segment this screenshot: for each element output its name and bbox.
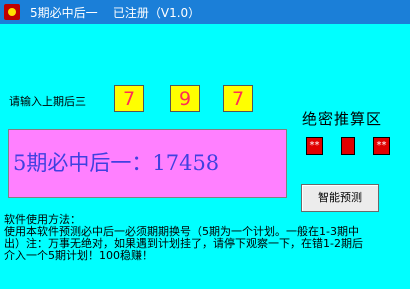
input-label: 请输入上期后三 bbox=[9, 95, 86, 108]
secret-box-3: ** bbox=[373, 137, 390, 155]
secret-area-title: 绝密推算区 bbox=[302, 110, 383, 128]
title-bar[interactable]: 5期必中后一 已注册（V1.0） bbox=[0, 0, 410, 24]
prediction-result: 5期必中后一：17458 bbox=[8, 129, 287, 198]
instructions-text: 软件使用方法： 使用本软件预测必中后一必须期期换号（5期为一个计划。一般在1-3… bbox=[4, 214, 408, 262]
window-title: 5期必中后一 已注册（V1.0） bbox=[30, 6, 201, 20]
app-icon bbox=[4, 4, 20, 20]
smart-predict-button[interactable]: 智能预测 bbox=[301, 184, 379, 212]
secret-box-2 bbox=[341, 137, 355, 155]
digit-input-1[interactable]: 7 bbox=[114, 85, 144, 112]
digit-input-2[interactable]: 9 bbox=[170, 85, 200, 112]
instructions-line-3: 介入一个5期计划！100稳赚！ bbox=[4, 249, 153, 262]
secret-box-1: ** bbox=[306, 137, 323, 155]
digit-input-3[interactable]: 7 bbox=[223, 85, 253, 112]
app-window: 5期必中后一 已注册（V1.0） 请输入上期后三 7 9 7 绝密推算区 ** … bbox=[0, 0, 410, 289]
